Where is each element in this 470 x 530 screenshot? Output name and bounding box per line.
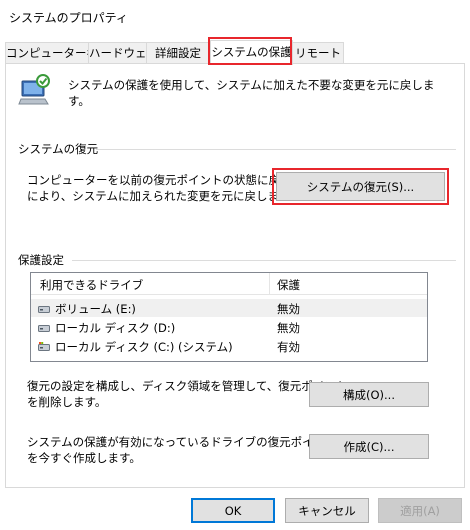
tab-hardware[interactable]: ハードウェア bbox=[88, 42, 158, 64]
section-divider bbox=[72, 260, 456, 261]
create-description: システムの保護が有効になっているドライブの復元ポイント を今すぐ作成します。 bbox=[27, 434, 337, 466]
computer-protection-icon bbox=[18, 73, 52, 107]
drive-protection-status: 無効 bbox=[277, 321, 300, 335]
tab-remote[interactable]: リモート bbox=[292, 42, 344, 64]
system-drive-icon bbox=[38, 341, 50, 351]
configure-description-line1: 復元の設定を構成し、ディスク領域を管理して、復元ポイント bbox=[27, 379, 348, 393]
create-button[interactable]: 作成(C)... bbox=[309, 434, 429, 459]
drive-list-header: 利用できるドライブ 保護 bbox=[31, 273, 427, 295]
tab-computer-name[interactable]: コンピューター名 bbox=[5, 42, 98, 64]
configure-button[interactable]: 構成(O)... bbox=[309, 382, 429, 407]
system-restore-section-label: システムの復元 bbox=[18, 142, 99, 156]
apply-button: 適用(A) bbox=[378, 498, 462, 523]
drive-protection-status: 有効 bbox=[277, 340, 300, 354]
drive-icon bbox=[38, 303, 50, 313]
protection-settings-section-label: 保護設定 bbox=[18, 253, 64, 267]
drive-row-d[interactable]: ローカル ディスク (D:) 無効 bbox=[31, 318, 427, 336]
intro-text: システムの保護を使用して、システムに加えた不要な変更を元に戻します。 bbox=[68, 78, 435, 108]
drive-name: ボリューム (E:) bbox=[55, 302, 136, 316]
configure-description-line2: を削除します。 bbox=[27, 395, 107, 409]
create-description-line2: を今すぐ作成します。 bbox=[27, 451, 141, 465]
drive-icon bbox=[38, 322, 50, 332]
configure-description: 復元の設定を構成し、ディスク領域を管理して、復元ポイント を削除します。 bbox=[27, 378, 347, 410]
window-title: システムのプロパティ bbox=[9, 11, 128, 25]
tab-strip: コンピューター名 ハードウェア 詳細設定 システムの保護 リモート bbox=[5, 40, 465, 65]
drive-name: ローカル ディスク (D:) bbox=[55, 321, 176, 335]
column-header-drive[interactable]: 利用できるドライブ bbox=[40, 277, 143, 293]
section-divider bbox=[96, 149, 456, 150]
drive-list[interactable]: 利用できるドライブ 保護 ボリューム (E:) 無効 ローカル ディスク (D:… bbox=[30, 272, 428, 362]
restore-description: コンピューターを以前の復元ポイントの状態に戻すこと により、システムに加えられた… bbox=[27, 172, 315, 204]
system-properties-window: システムのプロパティ コンピューター名 ハードウェア 詳細設定 システムの保護 … bbox=[0, 0, 470, 530]
restore-description-line1: コンピューターを以前の復元ポイントの状態に戻すこと bbox=[27, 173, 315, 187]
tab-system-protection[interactable]: システムの保護 bbox=[210, 40, 293, 65]
drive-protection-status: 無効 bbox=[277, 302, 300, 316]
create-description-line1: システムの保護が有効になっているドライブの復元ポイント bbox=[27, 435, 337, 449]
cancel-button[interactable]: キャンセル bbox=[285, 498, 369, 523]
system-restore-button[interactable]: システムの復元(S)... bbox=[276, 172, 445, 201]
drive-row-c[interactable]: ローカル ディスク (C:) (システム) 有効 bbox=[31, 337, 427, 355]
drive-name: ローカル ディスク (C:) (システム) bbox=[55, 340, 233, 354]
restore-description-line2: により、システムに加えられた変更を元に戻します。 bbox=[27, 189, 301, 203]
column-separator[interactable] bbox=[269, 273, 270, 295]
ok-button[interactable]: OK bbox=[191, 498, 275, 523]
column-header-protection[interactable]: 保護 bbox=[277, 277, 300, 293]
drive-row-e[interactable]: ボリューム (E:) 無効 bbox=[31, 299, 427, 317]
tab-advanced[interactable]: 詳細設定 bbox=[146, 42, 210, 64]
title-bar[interactable]: システムのプロパティ bbox=[0, 0, 470, 32]
